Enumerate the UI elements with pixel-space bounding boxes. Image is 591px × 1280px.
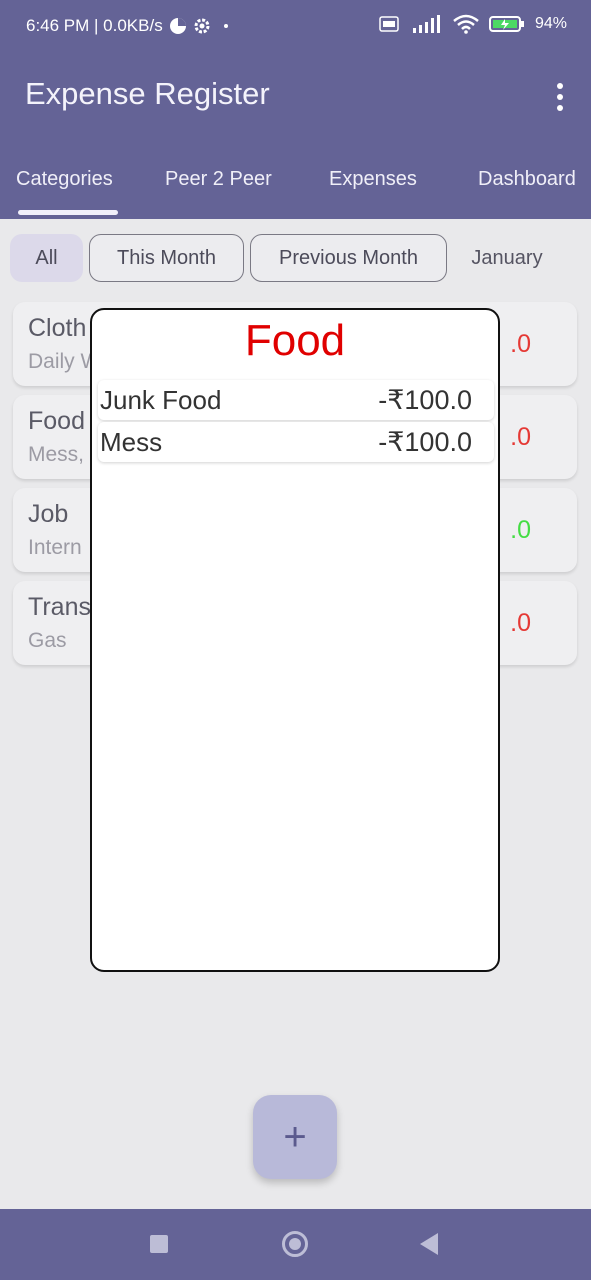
expense-name: Junk Food [100,385,222,415]
volte-icon [379,16,399,32]
add-fab-button[interactable]: + [253,1095,337,1179]
battery-percent: 94% [534,15,567,32]
category-amount: .0 [510,330,531,358]
plus-icon: + [283,1114,307,1159]
expense-row-mess[interactable]: Mess -₹100.0 [98,422,494,462]
dot-icon [223,24,228,28]
app-title: Expense Register [25,76,270,111]
status-bar: 6:46 PM | 0.0KB/s 94% [0,0,591,54]
settings-gear-icon [194,18,210,34]
expense-amount: -₹100.0 [378,427,472,457]
category-amount: .0 [510,516,531,544]
data-saver-icon [169,18,186,34]
category-name: Job [28,500,69,528]
category-amount: .0 [510,609,531,637]
filter-chips: All This Month Previous Month January [0,234,591,282]
system-nav-bar [0,1209,591,1280]
overflow-menu-icon[interactable] [555,83,565,111]
back-icon[interactable] [420,1233,438,1255]
category-name: Cloth [28,314,87,342]
dialog-title: Food [244,316,346,365]
status-left: 6:46 PM | 0.0KB/s [26,16,231,36]
category-sub: Gas [28,629,67,652]
category-sub: Intern [28,536,82,559]
app-header: 6:46 PM | 0.0KB/s 94% Expense Register C… [0,0,591,219]
status-time: 6:46 PM | 0.0KB/s [26,16,163,35]
tab-bar: Categories Peer 2 Peer Expenses Dashboar… [0,160,591,219]
expense-row-junk-food[interactable]: Junk Food -₹100.0 [98,380,494,420]
category-detail-dialog: Food Junk Food -₹100.0 Mess -₹100.0 [90,308,500,972]
category-name: Trans [28,593,91,621]
chip-all[interactable]: All [10,234,83,282]
category-amount: .0 [510,423,531,451]
chip-previous-month[interactable]: Previous Month [250,234,447,282]
tab-categories[interactable]: Categories [16,168,113,191]
wifi-icon [453,14,479,34]
home-icon[interactable] [282,1231,308,1257]
status-right: 94% [379,14,567,34]
signal-icon [412,15,440,33]
category-name: Food [28,407,85,435]
chip-this-month[interactable]: This Month [89,234,244,282]
recents-icon[interactable] [150,1235,168,1253]
chip-january[interactable]: January [455,234,559,282]
expense-name: Mess [100,427,163,457]
tab-dashboard[interactable]: Dashboard [478,168,576,191]
battery-charging-icon [488,16,524,32]
category-sub: Mess, [28,443,85,466]
tab-peer-2-peer[interactable]: Peer 2 Peer [165,168,272,191]
tab-indicator [18,210,118,215]
expense-amount: -₹100.0 [378,385,472,415]
tab-expenses[interactable]: Expenses [329,168,417,191]
